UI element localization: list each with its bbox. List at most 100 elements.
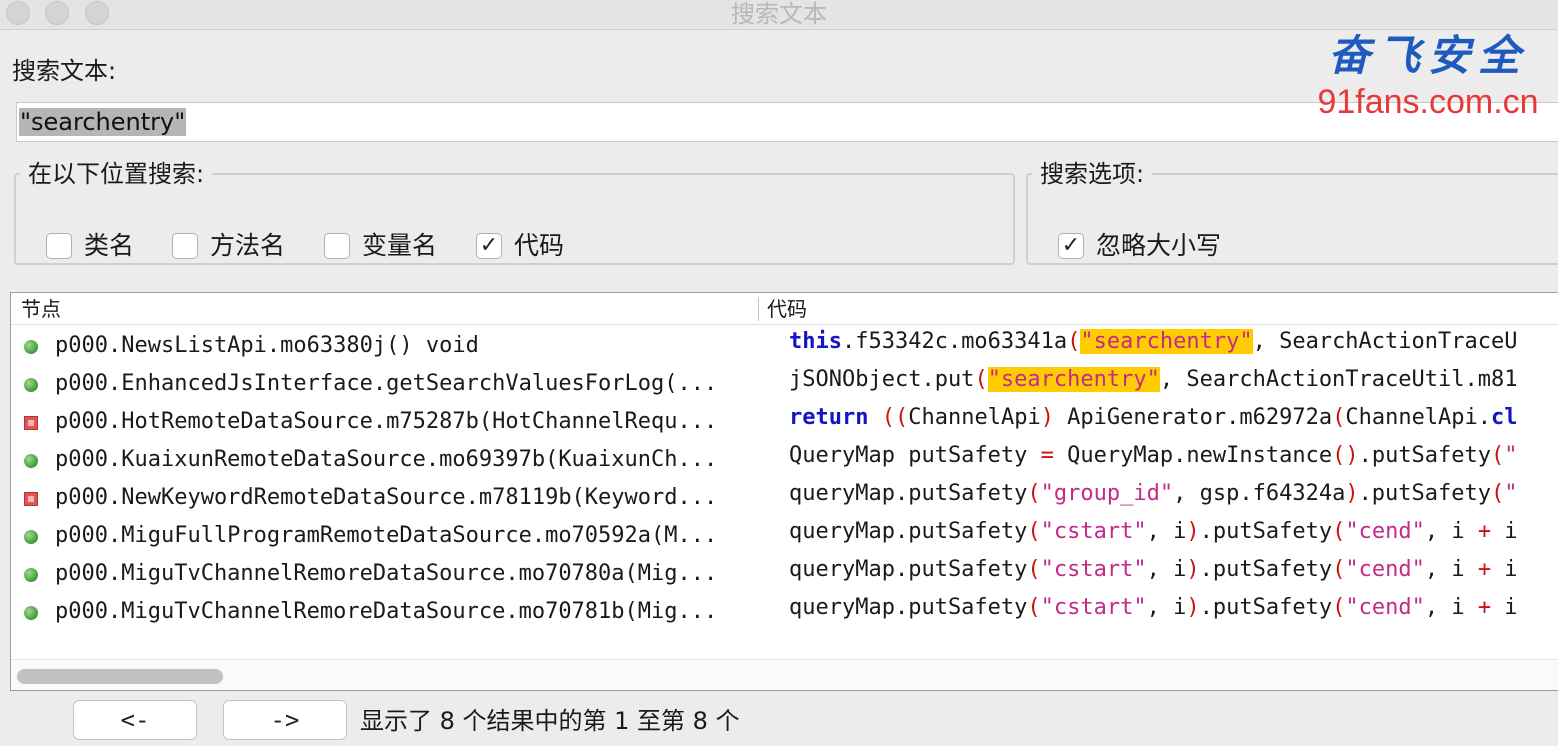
checkbox-class-name[interactable]: 类名 xyxy=(46,231,134,261)
code-token: i xyxy=(1491,557,1518,582)
search-in-legend: 在以下位置搜索: xyxy=(28,160,205,188)
watermark-logo: 奋飞安全 91fans.com.cn xyxy=(1298,30,1558,122)
method-icon xyxy=(24,378,38,392)
code-token: queryMap.putSafety xyxy=(789,595,1028,620)
code-token: , i xyxy=(1146,557,1187,582)
search-input-value: "searchentry" xyxy=(19,108,187,136)
code-token: ( xyxy=(1027,481,1041,506)
node-cell[interactable]: p000.NewKeywordRemoteDataSource.m78119b(… xyxy=(11,479,768,517)
code-cell[interactable]: QueryMap putSafety = QueryMap.newInstanc… xyxy=(789,441,1518,471)
code-token: ( xyxy=(1491,443,1505,468)
column-header-code[interactable]: 代码 xyxy=(767,298,807,320)
node-cell[interactable]: p000.MiguTvChannelRemoreDataSource.mo707… xyxy=(11,593,768,631)
table-row[interactable]: p000.KuaixunRemoteDataSource.mo69397b(Ku… xyxy=(11,441,1558,479)
code-cell[interactable]: queryMap.putSafety("cstart", i).putSafet… xyxy=(789,555,1518,585)
code-token: , i xyxy=(1424,557,1478,582)
node-cell[interactable]: p000.NewsListApi.mo63380j() void xyxy=(11,327,768,365)
class-name-checkbox[interactable] xyxy=(46,233,72,259)
code-token: + xyxy=(1477,595,1492,620)
code-token: + xyxy=(1477,557,1492,582)
column-divider[interactable] xyxy=(758,297,759,321)
code-token: .putSafety xyxy=(1199,595,1333,620)
node-text: p000.KuaixunRemoteDataSource.mo69397b(Ku… xyxy=(55,447,718,472)
checkbox-ignore-case[interactable]: ✓ 忽略大小写 xyxy=(1058,231,1221,261)
previous-button[interactable]: <- xyxy=(73,700,197,740)
code-token: .f53342c.mo63341a xyxy=(841,329,1068,354)
node-cell[interactable]: p000.MiguFullProgramRemoteDataSource.mo7… xyxy=(11,517,768,555)
checkbox-method-name[interactable]: 方法名 xyxy=(172,231,285,261)
table-row[interactable]: p000.MiguFullProgramRemoteDataSource.mo7… xyxy=(11,517,1558,555)
horizontal-scrollbar[interactable] xyxy=(11,659,1558,690)
ignore-case-checkbox[interactable]: ✓ xyxy=(1058,233,1084,259)
code-token: , i xyxy=(1146,519,1187,544)
next-button[interactable]: -> xyxy=(223,700,347,740)
code-token: i xyxy=(1491,519,1518,544)
code-token: .putSafety xyxy=(1199,519,1333,544)
method-icon xyxy=(24,568,38,582)
checkbox-variable-name[interactable]: 变量名 xyxy=(324,231,437,261)
code-token: "cstart" xyxy=(1040,595,1147,620)
code-cell[interactable]: queryMap.putSafety("cstart", i).putSafet… xyxy=(789,517,1518,547)
table-row[interactable]: p000.NewsListApi.mo63380j() void this.f53… xyxy=(11,327,1558,365)
code-token: this xyxy=(789,329,842,354)
node-text: p000.MiguFullProgramRemoteDataSource.mo7… xyxy=(55,523,718,548)
scrollbar-thumb[interactable] xyxy=(17,669,223,684)
code-token: queryMap.putSafety xyxy=(789,557,1028,582)
table-row[interactable]: p000.EnhancedJsInterface.getSearchValues… xyxy=(11,365,1558,403)
code-token: "group_id" xyxy=(1040,481,1174,506)
method-name-label: 方法名 xyxy=(210,231,286,260)
code-cell[interactable]: jSONObject.put("searchentry", SearchActi… xyxy=(789,365,1518,395)
table-row[interactable]: p000.MiguTvChannelRemoreDataSource.mo707… xyxy=(11,555,1558,593)
search-options-group: 搜索选项: ✓ 忽略大小写 xyxy=(1026,160,1558,265)
code-token: "searchentry" xyxy=(1080,329,1253,354)
node-cell[interactable]: p000.EnhancedJsInterface.getSearchValues… xyxy=(11,365,768,403)
code-token: ( xyxy=(1332,557,1346,582)
code-token: ( xyxy=(1491,481,1505,506)
code-token: , SearchActionTraceUtil.m81 xyxy=(1159,367,1518,392)
code-token: ) xyxy=(1186,519,1200,544)
code-token: , gsp.f64324a xyxy=(1173,481,1346,506)
table-row[interactable]: p000.HotRemoteDataSource.m75287b(HotChan… xyxy=(11,403,1558,441)
checkbox-code[interactable]: ✓ 代码 xyxy=(476,231,564,261)
table-row[interactable]: p000.NewKeywordRemoteDataSource.m78119b(… xyxy=(11,479,1558,517)
results-header: 节点 代码 xyxy=(11,293,1558,325)
private-method-icon xyxy=(24,416,38,430)
code-token: ) xyxy=(1186,557,1200,582)
method-icon xyxy=(24,340,38,354)
node-text: p000.NewsListApi.mo63380j() void xyxy=(55,333,479,358)
watermark-name: 奋飞安全 xyxy=(1327,31,1528,80)
table-row[interactable]: p000.MiguTvChannelRemoreDataSource.mo707… xyxy=(11,593,1558,631)
column-header-node[interactable]: 节点 xyxy=(21,298,61,320)
variable-name-label: 变量名 xyxy=(362,231,438,260)
search-in-group: 在以下位置搜索: 类名 方法名 变量名 ✓ 代码 xyxy=(14,160,1015,265)
node-text: p000.HotRemoteDataSource.m75287b(HotChan… xyxy=(55,409,718,434)
code-token: ) xyxy=(1040,405,1054,430)
code-token: "cstart" xyxy=(1040,519,1147,544)
code-token: ( xyxy=(1067,329,1081,354)
code-token: , i xyxy=(1424,595,1478,620)
code-token: "cend" xyxy=(1345,519,1425,544)
code-cell[interactable]: queryMap.putSafety("cstart", i).putSafet… xyxy=(789,593,1518,623)
title-bar: 搜索文本 xyxy=(0,0,1558,30)
search-text-label: 搜索文本: xyxy=(12,57,117,85)
node-cell[interactable]: p000.HotRemoteDataSource.m75287b(HotChan… xyxy=(11,403,768,441)
code-token: queryMap.putSafety xyxy=(789,481,1028,506)
code-cell[interactable]: this.f53342c.mo63341a("searchentry", Sea… xyxy=(789,327,1518,357)
node-text: p000.MiguTvChannelRemoreDataSource.mo707… xyxy=(55,599,718,624)
results-table: 节点 代码 p000.NewsListApi.mo63380j() void th… xyxy=(10,292,1558,691)
code-checkbox[interactable]: ✓ xyxy=(476,233,502,259)
code-token: "cend" xyxy=(1345,595,1425,620)
code-token: " xyxy=(1504,443,1518,468)
code-token: ChannelApi. xyxy=(1345,405,1492,430)
ignore-case-label: 忽略大小写 xyxy=(1096,231,1222,260)
code-token: return xyxy=(789,405,869,430)
code-cell[interactable]: return ((ChannelApi) ApiGenerator.m62972… xyxy=(789,403,1518,433)
node-cell[interactable]: p000.MiguTvChannelRemoreDataSource.mo707… xyxy=(11,555,768,593)
code-cell[interactable]: queryMap.putSafety("group_id", gsp.f6432… xyxy=(789,479,1518,509)
code-token: "cend" xyxy=(1345,557,1425,582)
node-cell[interactable]: p000.KuaixunRemoteDataSource.mo69397b(Ku… xyxy=(11,441,768,479)
node-text: p000.EnhancedJsInterface.getSearchValues… xyxy=(55,371,718,396)
variable-name-checkbox[interactable] xyxy=(324,233,350,259)
method-name-checkbox[interactable] xyxy=(172,233,198,259)
